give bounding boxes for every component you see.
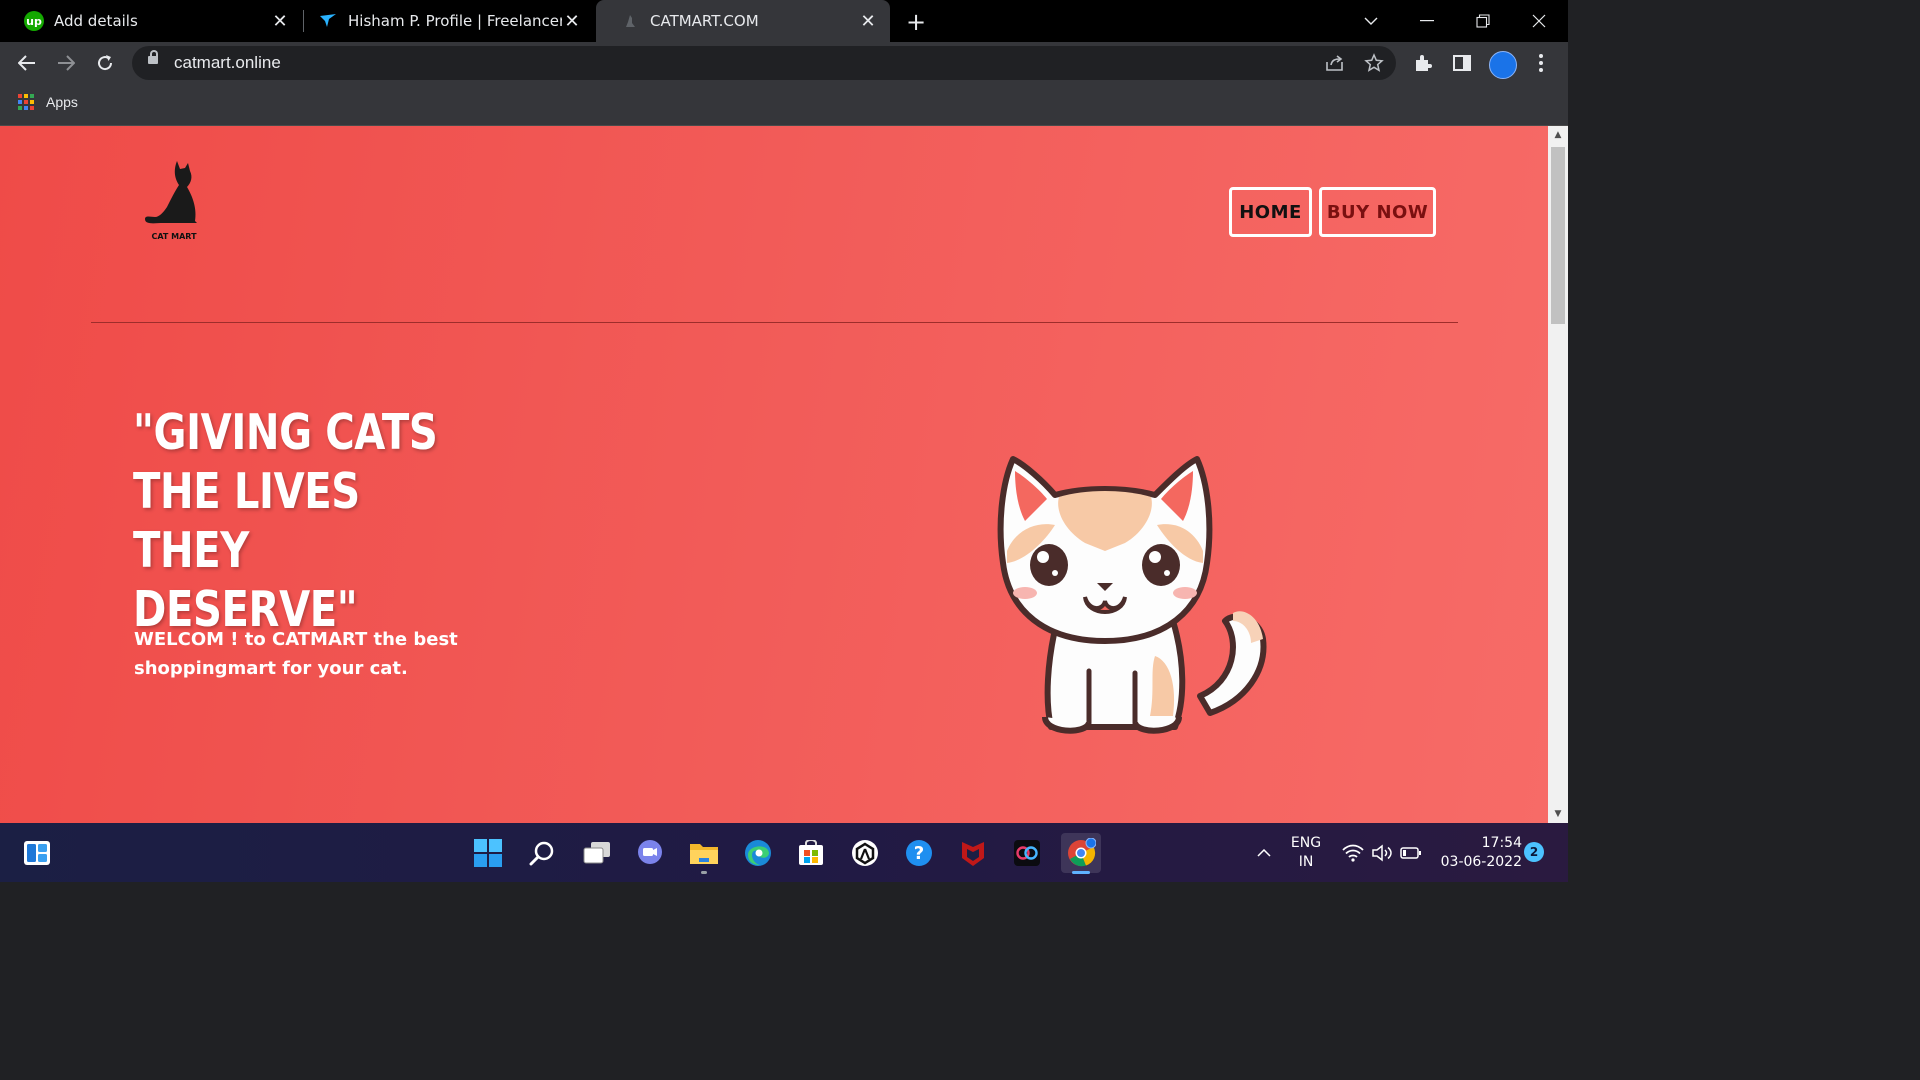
tab-title: Hisham P. Profile | Freelancer — [348, 12, 562, 30]
running-indicator — [1072, 871, 1090, 874]
mcafee-icon[interactable] — [953, 833, 993, 873]
header-divider — [91, 322, 1458, 323]
chrome-icon[interactable] — [1061, 833, 1101, 874]
menu-kebab-icon[interactable] — [1526, 48, 1556, 78]
bookmark-star-icon[interactable] — [1362, 51, 1386, 75]
scroll-up-icon[interactable]: ▲ — [1552, 129, 1564, 141]
home-nav-button[interactable]: HOME — [1229, 187, 1312, 237]
catmart-logo[interactable]: CAT MART — [141, 159, 205, 243]
reload-button[interactable] — [90, 48, 120, 78]
close-icon[interactable]: ✕ — [858, 11, 878, 32]
date-text: 03-06-2022 — [1440, 853, 1522, 870]
tab-strip: up Add details ✕ Hisham P. Profile | Fre… — [0, 0, 1568, 42]
widgets-icon[interactable] — [17, 833, 57, 873]
apps-label: Apps — [46, 94, 78, 110]
close-window-icon[interactable] — [1511, 0, 1567, 42]
scroll-down-icon[interactable]: ▼ — [1552, 808, 1564, 820]
url-text[interactable]: catmart.online — [174, 53, 281, 73]
microsoft-store-icon[interactable] — [791, 833, 831, 873]
logo-text: CAT MART — [151, 232, 197, 241]
lock-icon[interactable] — [148, 50, 158, 64]
buy-now-nav-button[interactable]: BUY NOW — [1319, 187, 1436, 237]
forward-button[interactable] — [51, 48, 81, 78]
tab-upwork[interactable]: up Add details ✕ — [0, 0, 302, 42]
address-bar[interactable]: catmart.online — [132, 46, 1396, 80]
scroll-thumb[interactable] — [1551, 147, 1565, 324]
close-icon[interactable]: ✕ — [270, 11, 290, 32]
app-hexagon-icon[interactable] — [845, 833, 885, 873]
page-scrollbar[interactable]: ▲ ▼ — [1548, 126, 1568, 823]
tab-catmart[interactable]: CATMART.COM ✕ — [596, 0, 890, 42]
search-icon[interactable] — [522, 833, 562, 873]
edge-browser-icon[interactable] — [738, 833, 778, 873]
file-explorer-icon[interactable] — [684, 833, 724, 874]
browser-toolbar: catmart.online — [0, 42, 1568, 85]
time-text: 17:54 — [1481, 834, 1522, 851]
minimize-icon[interactable] — [1399, 0, 1455, 42]
running-indicator — [701, 871, 707, 874]
battery-icon[interactable] — [1398, 823, 1424, 882]
share-icon[interactable] — [1323, 51, 1347, 75]
notification-badge[interactable]: 2 — [1524, 842, 1544, 862]
hero-headline: "GIVING CATS THE LIVES THEY DESERVE" — [133, 404, 438, 638]
cartoon-cat-illustration — [997, 456, 1267, 734]
system-clock[interactable]: 17:54 03-06-2022 — [1432, 823, 1522, 882]
windows-taskbar: ? ENG IN 17:54 03-06-2022 — [0, 823, 1568, 882]
volume-icon[interactable] — [1369, 823, 1395, 882]
upwork-icon: up — [24, 11, 44, 31]
language-text: ENG — [1290, 834, 1322, 851]
svg-text:?: ? — [914, 843, 924, 864]
get-help-icon[interactable]: ? — [899, 833, 939, 873]
language-indicator[interactable]: ENG IN — [1284, 823, 1328, 882]
apps-grid-icon — [18, 94, 34, 110]
new-tab-button[interactable]: + — [902, 8, 930, 36]
task-view-icon[interactable] — [577, 833, 617, 873]
side-panel-icon[interactable] — [1447, 48, 1477, 78]
freelancer-icon — [318, 11, 338, 31]
close-icon[interactable]: ✕ — [562, 11, 582, 32]
tab-title: Add details — [54, 12, 138, 30]
tab-search-chevron-icon[interactable] — [1343, 0, 1399, 42]
catmart-page: CAT MART HOME BUY NOW "GIVING CATS THE L… — [0, 126, 1548, 823]
apps-bookmark[interactable]: Apps — [18, 94, 78, 110]
tab-freelancer[interactable]: Hisham P. Profile | Freelancer ✕ — [294, 0, 594, 42]
extensions-icon[interactable] — [1408, 48, 1438, 78]
profile-avatar-icon[interactable] — [1489, 51, 1517, 79]
hero-welcome-text: WELCOM ! to CATMART the best shoppingmar… — [134, 629, 458, 679]
show-hidden-icons-chevron-icon[interactable] — [1250, 823, 1278, 882]
wifi-icon[interactable] — [1340, 823, 1366, 882]
bookmarks-bar: Apps — [0, 85, 1568, 126]
restore-icon[interactable] — [1455, 0, 1511, 42]
region-text: IN — [1298, 853, 1314, 870]
tab-title: CATMART.COM — [650, 12, 759, 30]
back-button[interactable] — [12, 48, 42, 78]
cat-silhouette-icon — [145, 161, 197, 224]
creative-cloud-icon[interactable] — [1007, 833, 1047, 873]
teams-chat-icon[interactable] — [630, 833, 670, 873]
catmart-icon — [620, 11, 640, 31]
start-windows-icon[interactable] — [468, 833, 508, 873]
